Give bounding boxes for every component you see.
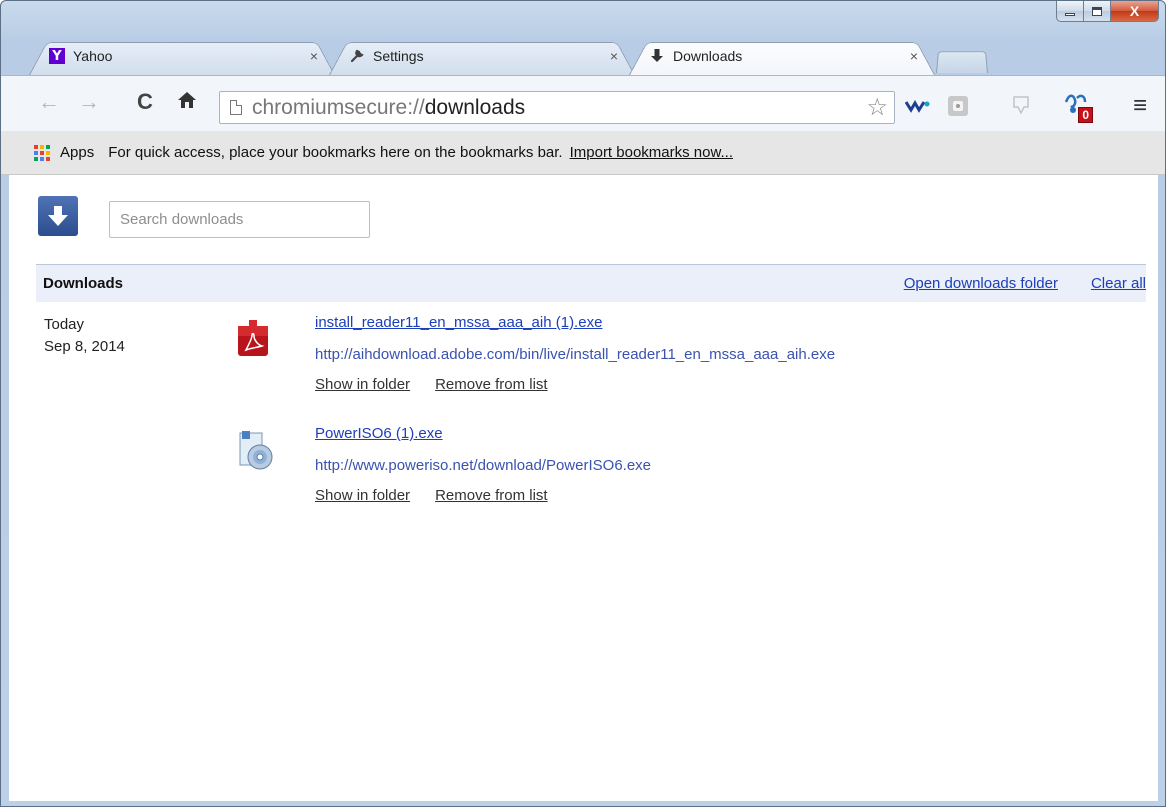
extension-wave-icon[interactable] — [905, 93, 931, 119]
open-downloads-folder-link[interactable]: Open downloads folder — [904, 275, 1058, 292]
tab-yahoo[interactable]: Y Yahoo × — [29, 37, 335, 75]
maximize-button[interactable] — [1084, 1, 1111, 22]
home-button[interactable] — [173, 89, 201, 115]
reload-icon: C — [137, 89, 153, 114]
tab-title: Settings — [373, 48, 424, 64]
search-downloads-input[interactable] — [109, 201, 370, 238]
menu-button[interactable]: ≡ — [1127, 92, 1153, 119]
downloads-page: Downloads Open downloads folder Clear al… — [9, 175, 1158, 801]
forward-button[interactable]: → — [75, 89, 103, 115]
apps-grid-icon — [34, 144, 50, 161]
downloads-logo-icon — [38, 196, 78, 236]
extension-puzzle-icon[interactable] — [945, 93, 971, 119]
download-file-link[interactable]: PowerISO6 (1).exe — [315, 425, 443, 442]
yahoo-icon: Y — [49, 48, 65, 64]
show-in-folder-link[interactable]: Show in folder — [315, 376, 410, 393]
address-text[interactable]: chromiumsecure://downloads — [252, 96, 866, 120]
tab-settings[interactable]: Settings × — [329, 37, 635, 75]
bookmarks-hint: For quick access, place your bookmarks h… — [108, 144, 563, 161]
apps-button[interactable]: Apps — [60, 144, 94, 161]
import-bookmarks-link[interactable]: Import bookmarks now... — [570, 144, 733, 161]
address-bar[interactable]: chromiumsecure://downloads ☆ — [219, 91, 895, 124]
back-arrow-icon: ← — [38, 89, 60, 114]
reload-button[interactable]: C — [131, 89, 159, 115]
minimize-icon — [1065, 12, 1075, 16]
download-item: PowerISO6 (1).exe http://www.poweriso.ne… — [234, 425, 1134, 525]
tab-downloads[interactable]: Downloads × — [629, 37, 935, 75]
bookmark-star-icon[interactable]: ☆ — [866, 93, 888, 122]
tab-close-icon[interactable]: × — [307, 48, 321, 64]
download-file-link[interactable]: install_reader11_en_mssa_aaa_aih (1).exe — [315, 314, 602, 331]
tab-close-icon[interactable]: × — [907, 48, 921, 64]
extension-badge-count: 0 — [1078, 107, 1093, 123]
section-title: Downloads — [43, 275, 124, 292]
downloads-section-header: Downloads Open downloads folder Clear al… — [36, 264, 1146, 302]
tab-title: Yahoo — [73, 48, 113, 64]
extension-badge-icon[interactable]: 0 — [1063, 93, 1095, 123]
hamburger-menu-icon: ≡ — [1132, 92, 1147, 119]
page-icon — [230, 100, 242, 115]
browser-window: X Y Yahoo × Settings × Downloads × ← → C… — [0, 0, 1166, 807]
maximize-icon — [1092, 6, 1102, 16]
show-in-folder-link[interactable]: Show in folder — [315, 487, 410, 504]
download-item: install_reader11_en_mssa_aaa_aih (1).exe… — [234, 314, 1134, 414]
download-source-url[interactable]: http://aihdownload.adobe.com/bin/live/in… — [315, 346, 835, 363]
close-icon: X — [1129, 3, 1140, 19]
address-path: downloads — [424, 95, 526, 119]
poweriso-installer-icon — [234, 429, 274, 473]
home-icon — [177, 89, 197, 115]
tab-strip: Y Yahoo × Settings × Downloads × — [1, 37, 1165, 75]
remove-from-list-link[interactable]: Remove from list — [435, 487, 548, 504]
remove-from-list-link[interactable]: Remove from list — [435, 376, 548, 393]
forward-arrow-icon: → — [78, 89, 100, 114]
download-source-url[interactable]: http://www.poweriso.net/download/PowerIS… — [315, 457, 651, 474]
new-tab-button[interactable] — [936, 49, 988, 73]
tab-title: Downloads — [673, 48, 743, 64]
download-arrow-icon — [649, 48, 665, 64]
download-actions: Show in folder Remove from list — [315, 376, 548, 393]
adobe-reader-installer-icon — [234, 318, 274, 362]
date-full: Sep 8, 2014 — [44, 338, 125, 355]
extension-download-icon[interactable] — [1008, 93, 1034, 119]
back-button[interactable]: ← — [35, 89, 63, 115]
minimize-button[interactable] — [1056, 1, 1084, 22]
date-group: Today Sep 8, 2014 — [44, 314, 125, 358]
download-actions: Show in folder Remove from list — [315, 487, 548, 504]
date-day: Today — [44, 316, 85, 333]
close-window-button[interactable]: X — [1111, 1, 1159, 22]
window-caption-buttons: X — [1056, 1, 1159, 23]
tab-close-icon[interactable]: × — [607, 48, 621, 64]
address-scheme: chromiumsecure:// — [252, 95, 425, 119]
wrench-icon — [349, 48, 365, 64]
clear-all-link[interactable]: Clear all — [1091, 275, 1146, 292]
bookmarks-bar: Apps For quick access, place your bookma… — [1, 131, 1165, 175]
